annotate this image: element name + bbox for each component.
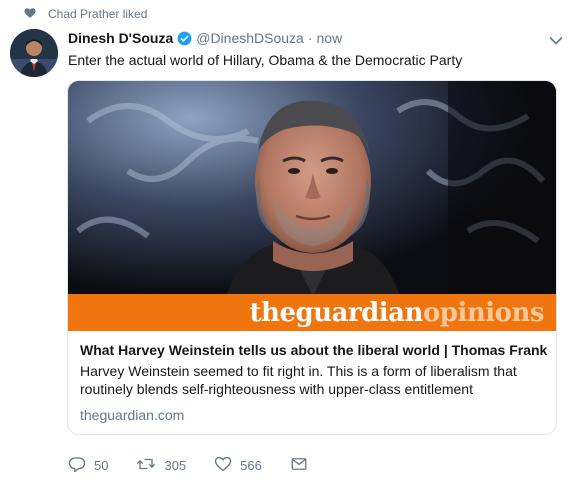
chevron-down-icon[interactable] [549,33,563,51]
like-count: 566 [240,458,262,473]
retweet-button[interactable]: 305 [136,455,186,476]
card-description: Harvey Weinstein seemed to fit right in.… [80,363,517,397]
direct-message-button[interactable] [290,455,308,476]
card-body[interactable]: What Harvey Weinstein tells us about the… [68,331,556,434]
link-card[interactable]: theguardian opinions What Harvey Weinstei… [67,80,557,435]
banner-brand: theguardian [249,297,424,328]
reply-button[interactable]: 50 [68,455,108,476]
like-heart-icon [214,455,232,476]
card-domain[interactable]: theguardian.com [80,406,544,424]
card-title[interactable]: What Harvey Weinstein tells us about the… [80,341,547,359]
tweet-actions: 50 305 566 [68,455,336,476]
retweet-icon [136,455,156,476]
like-button[interactable]: 566 [214,455,262,476]
card-image[interactable]: theguardian opinions [68,81,556,331]
author-name[interactable]: Dinesh D'Souza [68,30,173,46]
reply-count: 50 [94,458,109,473]
guardian-banner: theguardian opinions [68,294,556,331]
separator-dot: · [307,30,313,46]
verified-badge-icon [177,31,192,46]
retweet-count: 305 [164,458,187,473]
social-context: Chad Prather liked [24,7,147,21]
timestamp[interactable]: now [317,30,343,46]
avatar[interactable] [10,29,58,77]
heart-icon [24,7,36,22]
tweet-text: Enter the actual world of Hillary, Obama… [68,52,463,68]
reply-icon [68,455,86,476]
social-context-text[interactable]: Chad Prather liked [48,7,147,21]
envelope-icon [290,455,308,476]
banner-section: opinions [422,297,545,328]
author-handle[interactable]: @DineshDSouza [196,30,304,46]
tweet-header: Dinesh D'Souza @DineshDSouza · now [68,30,342,46]
